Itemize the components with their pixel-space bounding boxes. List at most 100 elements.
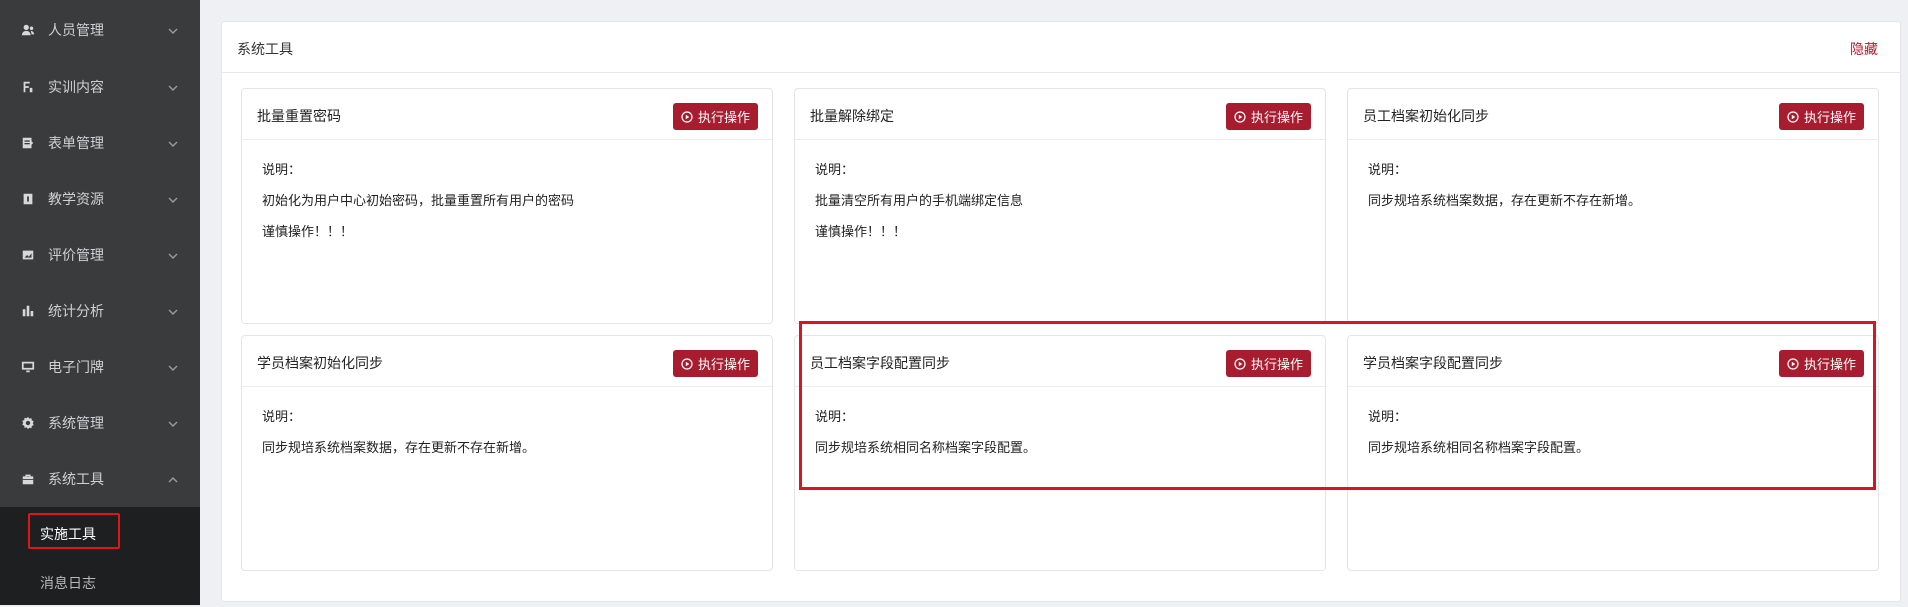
- sidebar-item-personnel[interactable]: 人员管理: [0, 2, 200, 58]
- sidebar-item-doorplate[interactable]: 电子门牌: [0, 339, 200, 395]
- chevron-down-icon: [168, 361, 178, 371]
- execute-button-label: 执行操作: [1803, 358, 1856, 373]
- sidebar-item-label: 教学资源: [48, 192, 104, 208]
- toolbox-icon: [20, 471, 36, 487]
- description-line: 同步规培系统档案数据，存在更新不存在新增。: [262, 441, 536, 456]
- chevron-down-icon: [168, 249, 178, 259]
- card-description: 说明： 同步规培系统相同名称档案字段配置。: [1368, 402, 1589, 464]
- sidebar: 人员管理 实训内容 表单管理 教学资源 评价管理 统计分析 电子门牌 系统管理: [0, 0, 200, 605]
- description-label: 说明：: [815, 410, 855, 425]
- sidebar-item-label: 统计分析: [48, 304, 104, 320]
- description-label: 说明：: [262, 163, 302, 178]
- execute-button[interactable]: 执行操作: [1778, 350, 1864, 377]
- card-description: 说明： 初始化为用户中心初始密码，批量重置所有用户的密码 谨慎操作！！！: [262, 155, 574, 248]
- submenu-item-label: 消息日志: [40, 575, 96, 592]
- chevron-down-icon: [168, 305, 178, 315]
- chevron-up-icon: [168, 473, 178, 483]
- description-line: 初始化为用户中心初始密码，批量重置所有用户的密码: [262, 194, 575, 209]
- users-icon: [20, 22, 36, 38]
- card-header: 批量解除绑定 执行操作: [795, 89, 1325, 140]
- submenu-item-label: 实施工具: [40, 526, 96, 543]
- description-line: 同步规培系统相同名称档案字段配置。: [1368, 441, 1590, 456]
- execute-button[interactable]: 执行操作: [672, 350, 758, 377]
- system-tools-submenu: 实施工具 消息日志: [0, 507, 200, 605]
- card-description: 说明： 同步规培系统档案数据，存在更新不存在新增。: [1368, 155, 1641, 217]
- sidebar-item-label: 系统管理: [48, 416, 104, 432]
- description-label: 说明：: [262, 410, 302, 425]
- bar-chart-icon: [20, 303, 36, 319]
- execute-button-label: 执行操作: [697, 111, 750, 126]
- card-header: 学员档案初始化同步 执行操作: [242, 336, 772, 387]
- card-description: 说明： 批量清空所有用户的手机端绑定信息 谨慎操作！！！: [815, 155, 1023, 248]
- description-line: 谨慎操作！！！: [815, 225, 907, 240]
- execute-button-label: 执行操作: [1803, 111, 1856, 126]
- submenu-item-message-log[interactable]: 消息日志: [0, 558, 200, 607]
- card-title: 批量重置密码: [257, 109, 341, 125]
- sidebar-item-training[interactable]: 实训内容: [0, 59, 200, 115]
- sidebar-item-evaluation[interactable]: 评价管理: [0, 227, 200, 283]
- chevron-down-icon: [168, 81, 178, 91]
- card-header: 员工档案字段配置同步 执行操作: [795, 336, 1325, 387]
- card-description: 说明： 同步规培系统相同名称档案字段配置。: [815, 402, 1036, 464]
- sidebar-item-forms[interactable]: 表单管理: [0, 115, 200, 171]
- form-icon: [20, 135, 36, 151]
- sidebar-item-statistics[interactable]: 统计分析: [0, 283, 200, 339]
- chevron-down-icon: [168, 24, 178, 34]
- chevron-down-icon: [168, 193, 178, 203]
- execute-button-label: 执行操作: [697, 358, 750, 373]
- description-line: 谨慎操作！！！: [262, 225, 354, 240]
- chevron-down-icon: [168, 417, 178, 427]
- tool-card-unbind: 批量解除绑定 执行操作 说明： 批量清空所有用户的手机端绑定信息 谨慎操作！！！: [794, 88, 1326, 324]
- sidebar-item-system-tools[interactable]: 系统工具: [0, 451, 200, 507]
- tool-card-staff-field-config: 员工档案字段配置同步 执行操作 说明： 同步规培系统相同名称档案字段配置。: [794, 335, 1326, 571]
- card-title: 学员档案初始化同步: [257, 356, 383, 372]
- play-circle-icon: [1234, 357, 1246, 370]
- description-line: 同步规培系统相同名称档案字段配置。: [815, 441, 1037, 456]
- tool-card-staff-archive-init: 员工档案初始化同步 执行操作 说明： 同步规培系统档案数据，存在更新不存在新增。: [1347, 88, 1879, 324]
- tool-card-student-archive-init: 学员档案初始化同步 执行操作 说明： 同步规培系统档案数据，存在更新不存在新增。: [241, 335, 773, 571]
- monitor-icon: [20, 359, 36, 375]
- execute-button[interactable]: 执行操作: [1225, 103, 1311, 130]
- card-title: 员工档案初始化同步: [1363, 109, 1489, 125]
- hide-link[interactable]: 隐藏: [1850, 39, 1878, 59]
- card-title: 员工档案字段配置同步: [810, 356, 950, 372]
- sidebar-item-label: 表单管理: [48, 136, 104, 152]
- sidebar-item-label: 人员管理: [48, 23, 104, 39]
- sidebar-item-resources[interactable]: 教学资源: [0, 171, 200, 227]
- tool-card-reset-password: 批量重置密码 执行操作 说明： 初始化为用户中心初始密码，批量重置所有用户的密码…: [241, 88, 773, 324]
- training-icon: [20, 79, 36, 95]
- chevron-down-icon: [168, 137, 178, 147]
- sidebar-item-label: 评价管理: [48, 248, 104, 264]
- card-title: 学员档案字段配置同步: [1363, 356, 1503, 372]
- sidebar-item-label: 实训内容: [48, 80, 104, 96]
- panel-title: 系统工具: [237, 42, 293, 58]
- description-label: 说明：: [815, 163, 855, 178]
- sidebar-item-label: 电子门牌: [48, 360, 104, 376]
- execute-button[interactable]: 执行操作: [672, 103, 758, 130]
- description-line: 同步规培系统档案数据，存在更新不存在新增。: [1368, 194, 1642, 209]
- description-label: 说明：: [1368, 163, 1408, 178]
- sidebar-item-system-management[interactable]: 系统管理: [0, 395, 200, 451]
- resource-icon: [20, 191, 36, 207]
- play-circle-icon: [681, 357, 693, 370]
- card-title: 批量解除绑定: [810, 109, 894, 125]
- card-header: 员工档案初始化同步 执行操作: [1348, 89, 1878, 140]
- sidebar-item-label: 系统工具: [48, 472, 104, 488]
- tool-card-student-field-config: 学员档案字段配置同步 执行操作 说明： 同步规培系统相同名称档案字段配置。: [1347, 335, 1879, 571]
- execute-button[interactable]: 执行操作: [1778, 103, 1864, 130]
- execute-button-label: 执行操作: [1250, 358, 1303, 373]
- gear-icon: [20, 415, 36, 431]
- description-label: 说明：: [1368, 410, 1408, 425]
- submenu-item-implementation-tools[interactable]: 实施工具: [0, 509, 200, 558]
- evaluation-icon: [20, 247, 36, 263]
- panel-header: 系统工具 隐藏: [222, 22, 1900, 73]
- card-description: 说明： 同步规培系统档案数据，存在更新不存在新增。: [262, 402, 535, 464]
- execute-button[interactable]: 执行操作: [1225, 350, 1311, 377]
- play-circle-icon: [681, 110, 693, 123]
- description-line: 批量清空所有用户的手机端绑定信息: [815, 194, 1024, 209]
- play-circle-icon: [1787, 110, 1799, 123]
- card-header: 批量重置密码 执行操作: [242, 89, 772, 140]
- play-circle-icon: [1234, 110, 1246, 123]
- execute-button-label: 执行操作: [1250, 111, 1303, 126]
- play-circle-icon: [1787, 357, 1799, 370]
